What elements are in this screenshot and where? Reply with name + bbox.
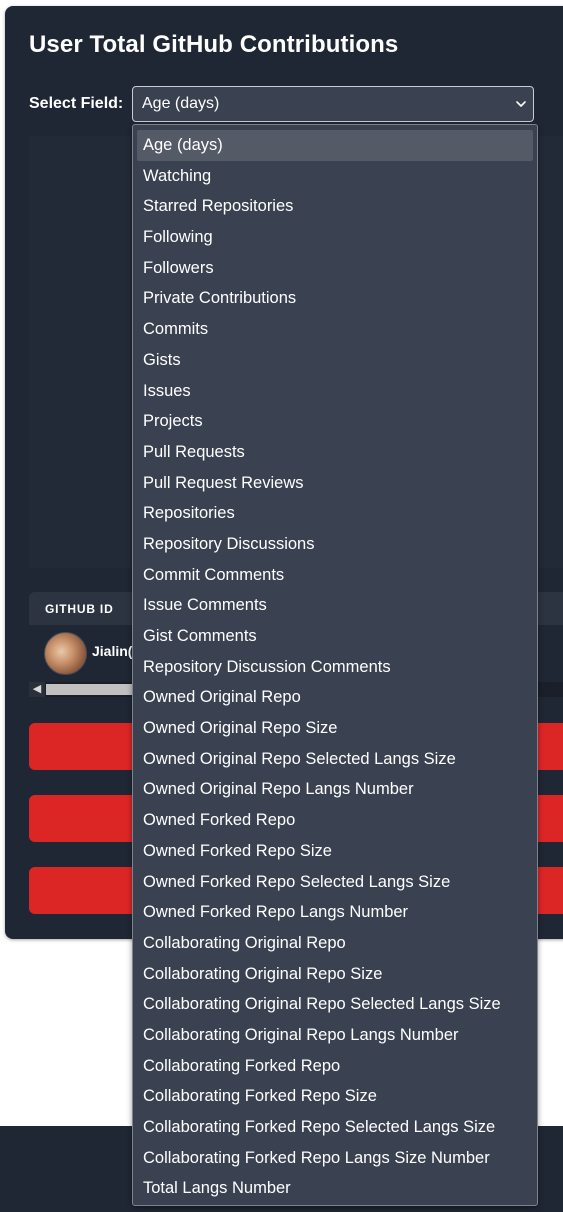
dropdown-option[interactable]: Pull Request Reviews bbox=[137, 468, 533, 499]
dropdown-option[interactable]: Total Langs Number bbox=[137, 1173, 533, 1204]
dropdown-option[interactable]: Collaborating Forked Repo Selected Langs… bbox=[137, 1112, 533, 1143]
dropdown-option[interactable]: Collaborating Original Repo bbox=[137, 928, 533, 959]
avatar bbox=[44, 632, 87, 675]
page: User Total GitHub Contributions Select F… bbox=[0, 0, 563, 1212]
dropdown-option[interactable]: Owned Forked Repo Size bbox=[137, 836, 533, 867]
dropdown-option[interactable]: Collaborating Original Repo Size bbox=[137, 959, 533, 990]
dropdown-option[interactable]: Following bbox=[137, 222, 533, 253]
dropdown-option[interactable]: Owned Forked Repo Langs Number bbox=[137, 897, 533, 928]
dropdown-option[interactable]: Owned Forked Repo Selected Langs Size bbox=[137, 867, 533, 898]
dropdown-option[interactable]: Gists bbox=[137, 345, 533, 376]
dropdown-option[interactable]: Owned Original Repo Selected Langs Size bbox=[137, 744, 533, 775]
dropdown-option[interactable]: Collaborating Original Repo Selected Lan… bbox=[137, 989, 533, 1020]
dropdown-option[interactable]: Projects bbox=[137, 406, 533, 437]
chevron-left-icon[interactable]: ◀ bbox=[29, 682, 45, 697]
dropdown-option[interactable]: Repositories bbox=[137, 498, 533, 529]
select-field-label: Select Field: bbox=[29, 95, 124, 112]
dropdown-option[interactable]: Collaborating Forked Repo Size bbox=[137, 1081, 533, 1112]
dropdown-option[interactable]: Owned Original Repo bbox=[137, 682, 533, 713]
page-title: User Total GitHub Contributions bbox=[29, 31, 399, 58]
dropdown-option[interactable]: Gist Comments bbox=[137, 621, 533, 652]
dropdown-option[interactable]: Pull Requests bbox=[137, 437, 533, 468]
dropdown-option[interactable]: Issue Comments bbox=[137, 590, 533, 621]
dropdown-option[interactable]: Collaborating Original Repo Langs Number bbox=[137, 1020, 533, 1051]
dropdown-option[interactable]: Repository Discussions bbox=[137, 529, 533, 560]
field-select-dropdown: Age (days) Watching Starred Repositories Fo… bbox=[132, 124, 538, 1206]
field-select-value: Age (days) bbox=[142, 95, 220, 112]
dropdown-option[interactable]: Private Contributions bbox=[137, 283, 533, 314]
dropdown-option[interactable]: Commits bbox=[137, 314, 533, 345]
column-header-github-id[interactable]: GITHUB ID bbox=[45, 602, 114, 616]
dropdown-option[interactable]: Repository Discussion Comments bbox=[137, 652, 533, 683]
dropdown-option[interactable]: Age (days) bbox=[137, 130, 533, 161]
dropdown-option[interactable]: Followers bbox=[137, 253, 533, 284]
chevron-down-icon bbox=[516, 101, 526, 107]
dropdown-option[interactable]: Watching bbox=[137, 161, 533, 192]
field-select[interactable]: Age (days) bbox=[132, 86, 534, 122]
dropdown-option[interactable]: Commit Comments bbox=[137, 560, 533, 591]
dropdown-option[interactable]: Collaborating Forked Repo bbox=[137, 1051, 533, 1082]
dropdown-option[interactable]: Issues bbox=[137, 376, 533, 407]
dropdown-option[interactable]: Owned Forked Repo bbox=[137, 805, 533, 836]
dropdown-option[interactable]: Owned Original Repo Langs Number bbox=[137, 774, 533, 805]
dropdown-option[interactable]: Collaborating Forked Repo Langs Size Num… bbox=[137, 1143, 533, 1174]
dropdown-option[interactable]: Owned Original Repo Size bbox=[137, 713, 533, 744]
dropdown-option[interactable]: Starred Repositories bbox=[137, 191, 533, 222]
username-link[interactable]: Jialin( bbox=[92, 643, 132, 659]
